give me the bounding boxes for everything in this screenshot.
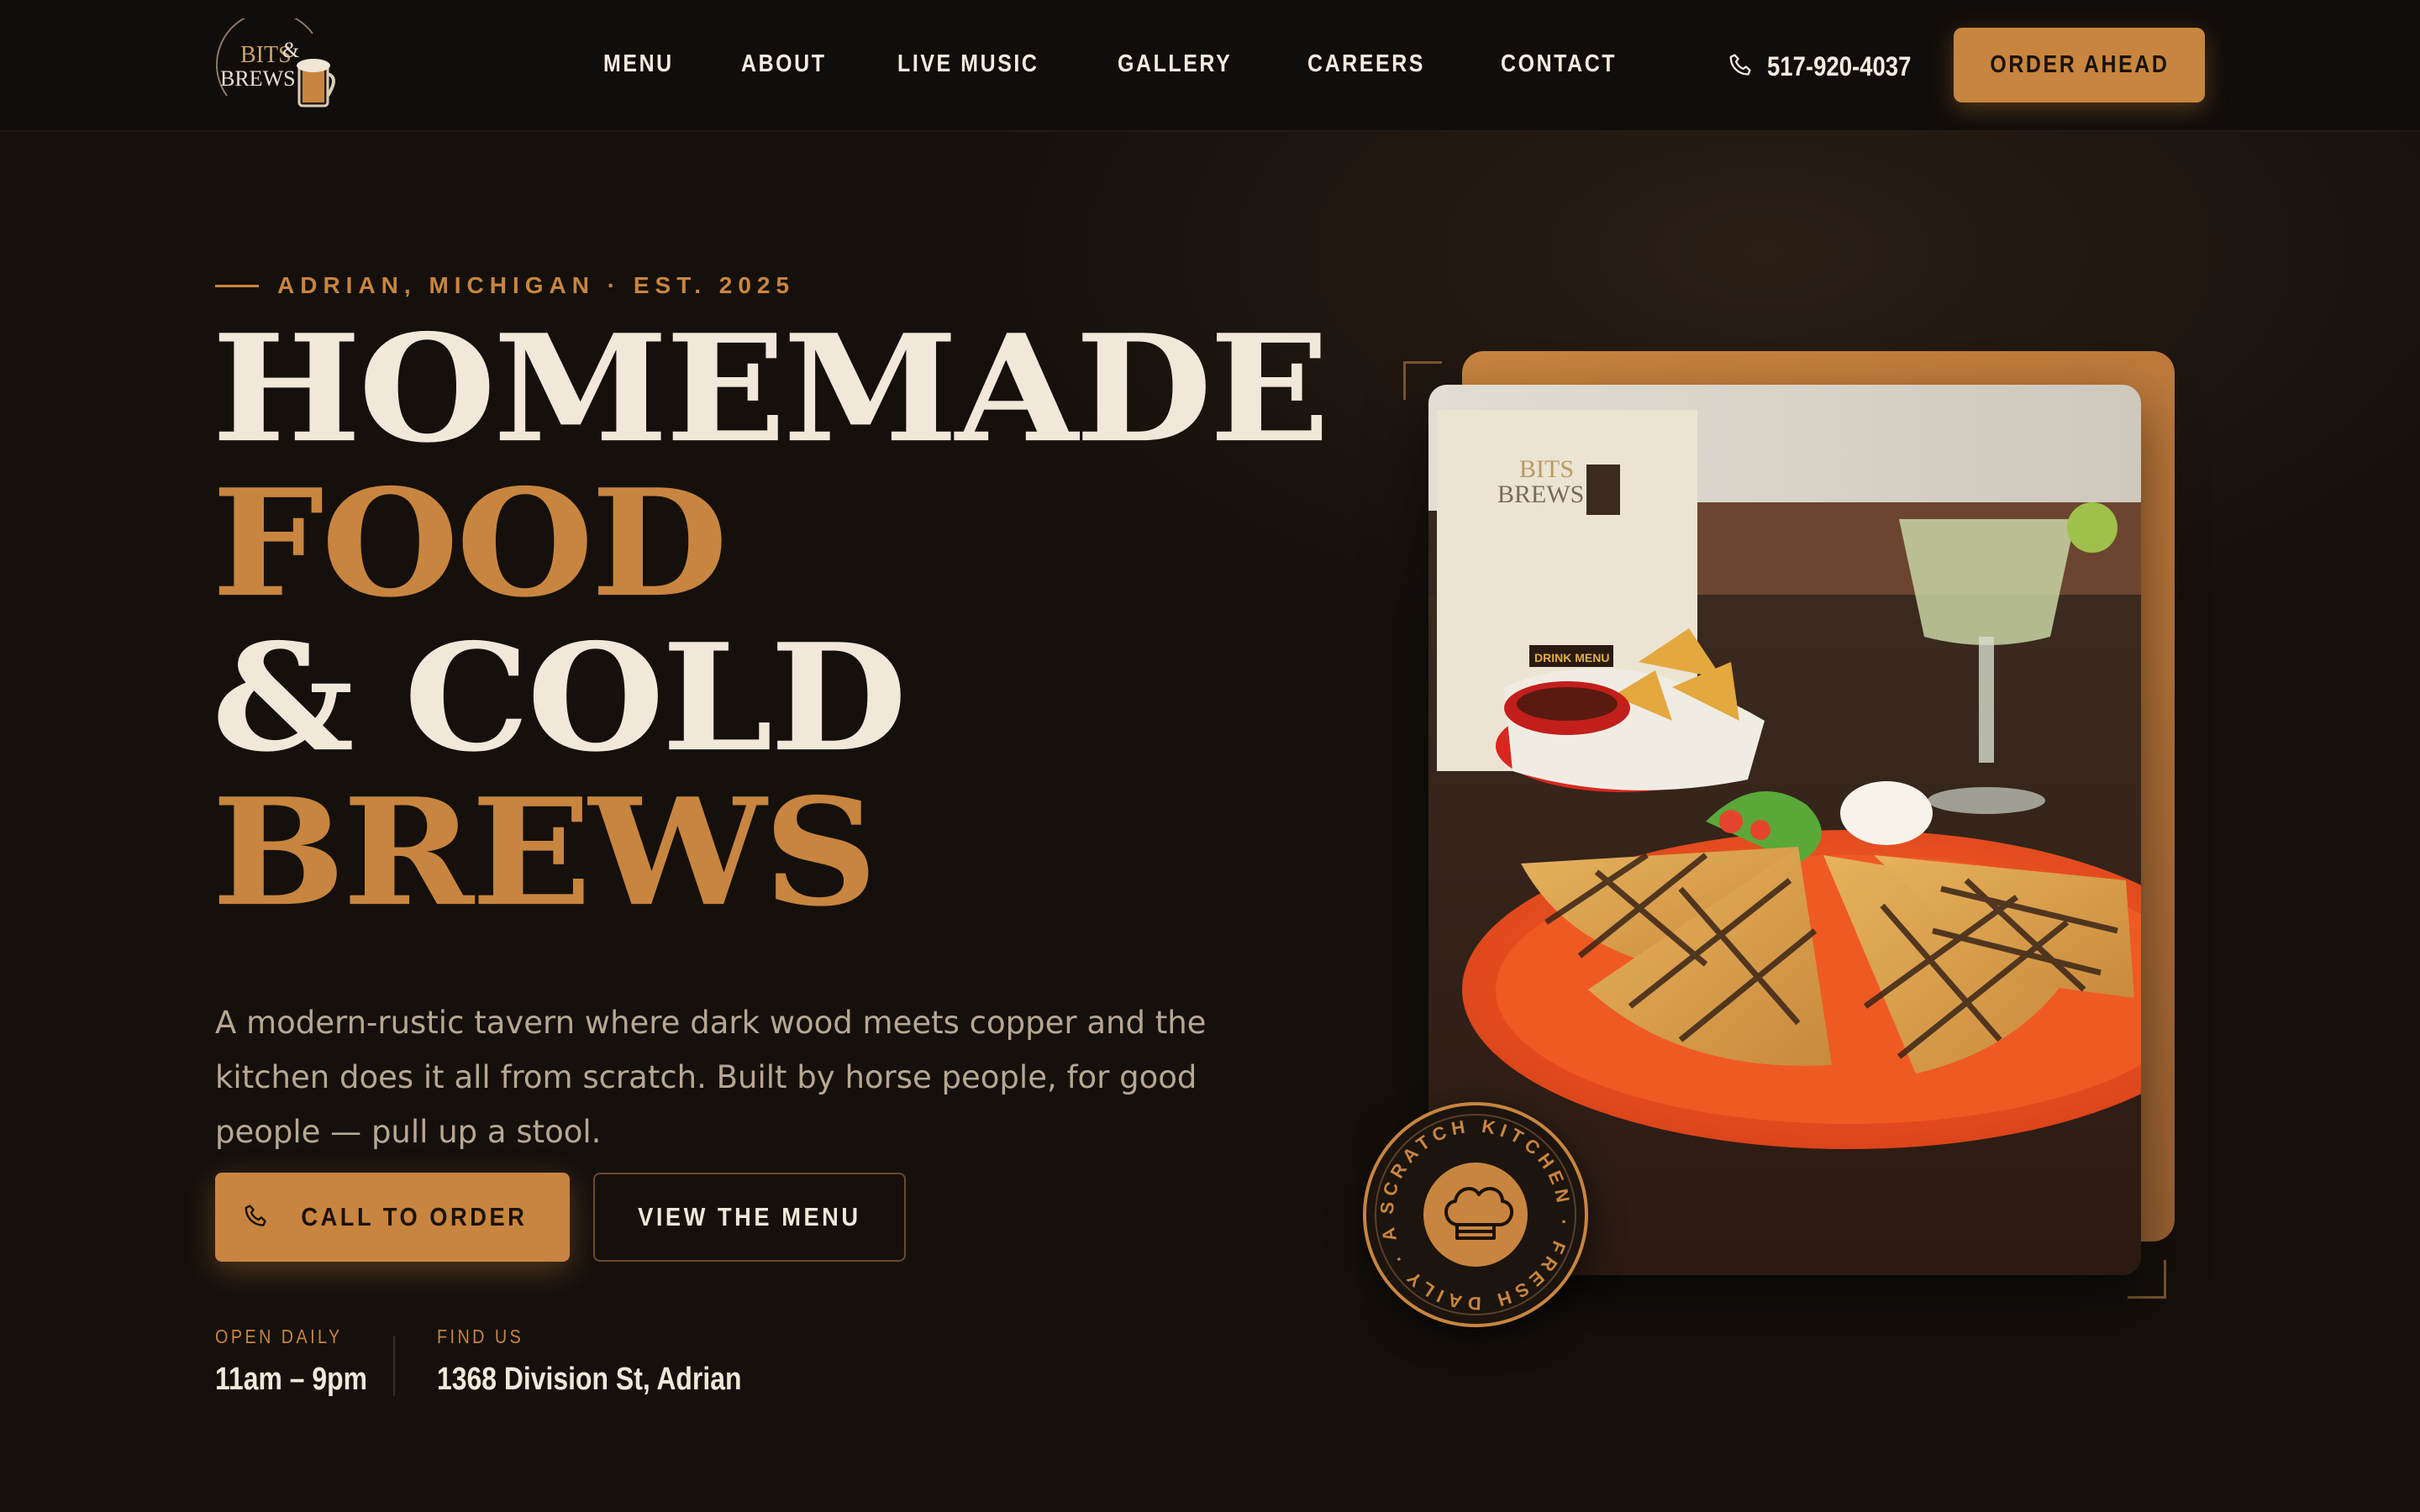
phone-icon — [1729, 54, 1751, 76]
location-label: FIND US — [437, 1326, 524, 1347]
svg-text:BREWS: BREWS — [1497, 480, 1584, 508]
eyebrow-text: ADRIAN, MICHIGAN · EST. 2025 — [277, 272, 796, 298]
scratch-kitchen-badge: SCRATCH KITCHEN · FRESH DAILY · ADRIAN · — [1363, 1102, 1588, 1327]
nav-phone-number: 517-920-4037 — [1767, 50, 1912, 81]
hours-block: OPEN DAILY 11am – 9pm — [215, 1326, 396, 1398]
location-block[interactable]: FIND US 1368 Division St, Adrian — [437, 1326, 800, 1398]
hours-label: OPEN DAILY — [215, 1326, 343, 1347]
nav-about[interactable]: ABOUT — [741, 50, 827, 78]
badge-art: SCRATCH KITCHEN · FRESH DAILY · ADRIAN · — [1366, 1105, 1576, 1315]
nav-careers[interactable]: CAREERS — [1307, 50, 1425, 78]
call-to-order-label: CALL TO ORDER — [301, 1202, 528, 1231]
headline-line-4: BREWS — [212, 766, 878, 939]
headline-line-2: FOOD — [212, 457, 729, 630]
order-ahead-button[interactable]: ORDER AHEAD — [1954, 28, 2205, 102]
hero-headline: HOMEMADE FOOD & COLD BREWS — [212, 302, 1346, 944]
order-ahead-label: ORDER AHEAD — [1989, 51, 2170, 78]
info-divider — [393, 1336, 395, 1396]
logo-text-amp: & — [282, 38, 299, 62]
logo-text-bottom: BREWS — [220, 66, 296, 91]
view-menu-button[interactable]: VIEW THE MENU — [593, 1173, 906, 1262]
nav-phone-link[interactable]: 517-920-4037 — [1727, 47, 1934, 86]
logo[interactable]: BITS & BREWS — [212, 10, 346, 116]
nav-menu[interactable]: MENU — [603, 50, 674, 78]
headline-line-3: & COLD — [212, 612, 908, 785]
hero-eyebrow: ADRIAN, MICHIGAN · EST. 2025 — [215, 270, 795, 301]
phone-icon — [245, 1205, 266, 1226]
drink-menu-card-label: DRINK MENU — [1534, 651, 1609, 664]
eyebrow-rule — [215, 284, 259, 287]
svg-text:BITS: BITS — [1519, 455, 1574, 483]
nav-live-music[interactable]: LIVE MUSIC — [897, 50, 1039, 78]
headline-line-1: HOMEMADE — [212, 302, 1330, 475]
location-value: 1368 Division St, Adrian — [437, 1362, 742, 1397]
primary-nav: MENU ABOUT LIVE MUSIC GALLERY CAREERS CO… — [603, 0, 1691, 129]
hours-value: 11am – 9pm — [215, 1362, 368, 1397]
hero-description: A modern-rustic tavern where dark wood m… — [215, 1005, 1207, 1150]
beer-mug-logo-icon: BITS & BREWS — [215, 10, 335, 108]
view-menu-label: VIEW THE MENU — [638, 1202, 861, 1231]
call-to-order-button[interactable]: CALL TO ORDER — [215, 1173, 570, 1262]
top-nav: BITS & BREWS MENU ABOUT LIVE MUSIC GALLE… — [0, 0, 2420, 132]
nav-gallery[interactable]: GALLERY — [1118, 50, 1232, 78]
nav-contact[interactable]: CONTACT — [1501, 50, 1617, 78]
